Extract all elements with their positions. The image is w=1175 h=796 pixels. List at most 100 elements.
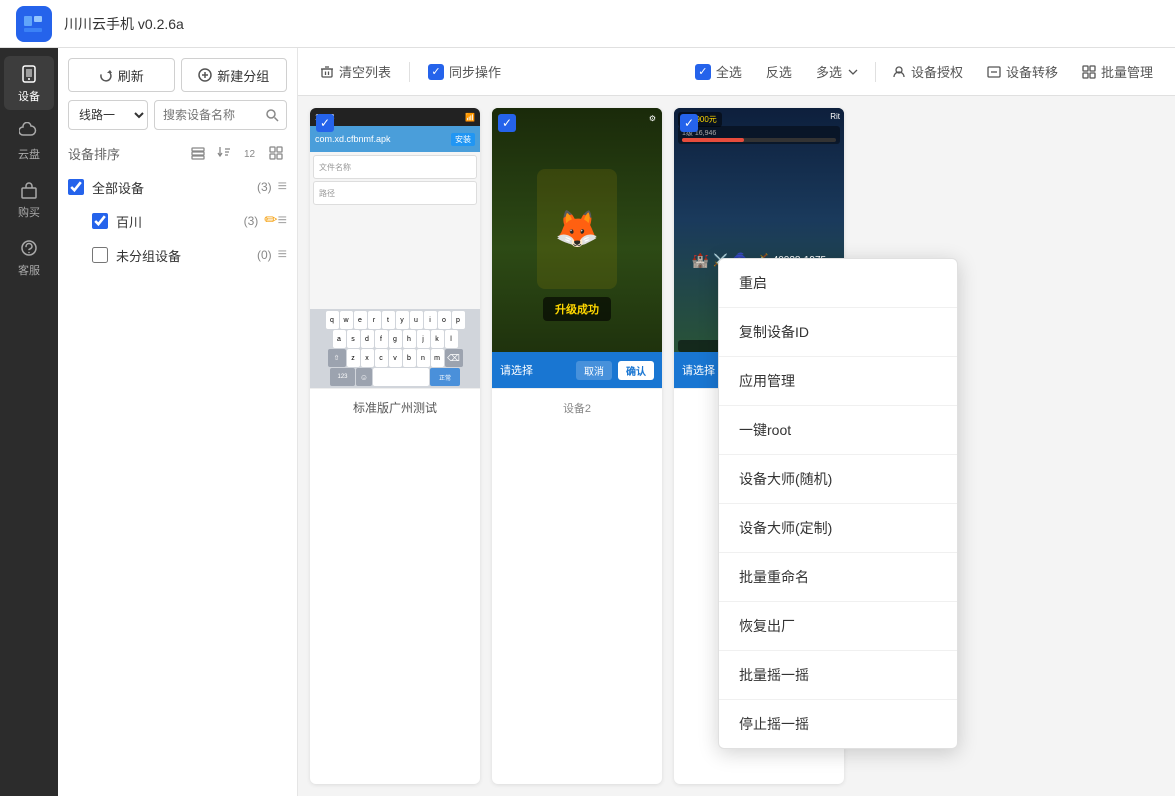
device2-cancel-button[interactable]: 取消 (576, 361, 612, 380)
group-menu-ungrouped[interactable]: ≡ (278, 247, 287, 263)
context-menu: 重启 复制设备ID 应用管理 一键root 设备大师(随机) 设备大师(定制) … (718, 258, 958, 749)
sort-layers-button[interactable] (187, 142, 209, 164)
top-bar-divider2 (875, 62, 876, 82)
select-all-button[interactable]: ✓ 全选 (687, 58, 750, 85)
title-bar: 川川云手机 v0.2.6a (0, 0, 1175, 48)
cloud-icon (18, 121, 40, 143)
sync-op-label: 同步操作 (449, 62, 501, 81)
auth-icon (892, 65, 906, 79)
batch-manage-button[interactable]: 批量管理 (1074, 58, 1161, 85)
svg-text:12: 12 (244, 149, 256, 160)
context-menu-restart[interactable]: 重启 (719, 259, 957, 308)
group-count-baichuan: (3) (244, 214, 259, 228)
sidebar-label-shop: 购买 (18, 204, 40, 220)
top-bar-divider (409, 62, 410, 82)
batch-manage-label: 批量管理 (1101, 62, 1153, 81)
context-menu-batch-rename[interactable]: 批量重命名 (719, 553, 957, 602)
sidebar-item-shop[interactable]: 购买 (4, 172, 54, 226)
context-menu-restore-factory[interactable]: 恢复出厂 (719, 602, 957, 651)
sort-grid-button[interactable] (265, 142, 287, 164)
device-name-1: 标准版广州测试 (353, 399, 437, 416)
device-select-check-2[interactable]: ✓ (498, 114, 516, 132)
shop-icon (18, 179, 40, 201)
device-card-footer-2: 设备2 (492, 388, 662, 426)
refresh-label: 刷新 (118, 66, 144, 85)
device-group-list: 全部设备 (3) ≡ 百川 (3) ✏ ≡ 未分组设备 (0) ≡ (58, 170, 297, 272)
group-count-ungrouped: (0) (257, 248, 272, 262)
context-menu-root[interactable]: 一键root (719, 406, 957, 455)
device2-prompt: 请选择 (500, 362, 533, 378)
device-transfer-label: 设备转移 (1006, 62, 1058, 81)
device-card-2[interactable]: ✓ Lv.1 ⚙ 🦊 升级成功 请选择 (492, 108, 662, 784)
sidebar-item-service[interactable]: 客服 (4, 230, 54, 284)
search-area: 线路一 (58, 92, 297, 138)
icon-sidebar: 设备 云盘 购买 (0, 48, 58, 796)
group-label-ungrouped: 未分组设备 (116, 246, 257, 265)
group-menu-baichuan[interactable]: ≡ (278, 213, 287, 229)
context-menu-batch-shake[interactable]: 批量摇一摇 (719, 651, 957, 700)
left-panel-toolbar: 刷新 新建分组 (58, 48, 297, 92)
group-checkbox-all[interactable] (68, 179, 84, 195)
group-edit-baichuan[interactable]: ✏ (264, 213, 277, 229)
device-name-2: 设备2 (563, 400, 591, 416)
group-label-baichuan: 百川 (116, 212, 244, 231)
device-select-check-3[interactable]: ✓ (680, 114, 698, 132)
context-menu-stop-shake[interactable]: 停止摇一摇 (719, 700, 957, 748)
context-menu-device-master-random[interactable]: 设备大师(随机) (719, 455, 957, 504)
invert-label: 反选 (766, 62, 792, 81)
device-auth-button[interactable]: 设备授权 (884, 58, 971, 85)
sidebar-label-service: 客服 (18, 262, 40, 278)
context-menu-device-master-custom[interactable]: 设备大师(定制) (719, 504, 957, 553)
new-group-button[interactable]: 新建分组 (181, 58, 288, 92)
sidebar-label-cloud: 云盘 (18, 146, 40, 162)
invert-button[interactable]: 反选 (758, 58, 800, 85)
group-checkbox-baichuan[interactable] (92, 213, 108, 229)
device-auth-label: 设备授权 (911, 62, 963, 81)
context-menu-copy-id[interactable]: 复制设备ID (719, 308, 957, 357)
line-select[interactable]: 线路一 (68, 100, 148, 130)
transfer-icon (987, 65, 1001, 79)
app-title: 川川云手机 v0.2.6a (64, 14, 184, 34)
left-panel: 刷新 新建分组 线路一 (58, 48, 298, 796)
sync-op-button[interactable]: ✓ 同步操作 (420, 58, 509, 85)
batch-icon (1082, 65, 1096, 79)
group-row-baichuan[interactable]: 百川 (3) ✏ ≡ (64, 204, 291, 238)
sidebar-item-cloud[interactable]: 云盘 (4, 114, 54, 168)
refresh-button[interactable]: 刷新 (68, 58, 175, 92)
search-input-wrap (154, 100, 287, 130)
group-row-ungrouped[interactable]: 未分组设备 (0) ≡ (64, 238, 291, 272)
device-transfer-button[interactable]: 设备转移 (979, 58, 1066, 85)
device2-confirm-button[interactable]: 确认 (618, 361, 654, 380)
sync-check-icon: ✓ (428, 64, 444, 80)
device-sort-row: 设备排序 (58, 138, 297, 170)
group-menu-all[interactable]: ≡ (278, 179, 287, 195)
group-label-all: 全部设备 (92, 178, 257, 197)
new-group-label: 新建分组 (217, 66, 269, 85)
sort-label: 设备排序 (68, 144, 120, 163)
device-select-check-1[interactable]: ✓ (316, 114, 334, 132)
clear-list-button[interactable]: 清空列表 (312, 58, 399, 85)
top-bar: 清空列表 ✓ 同步操作 ✓ 全选 反选 多选 (298, 48, 1175, 96)
sort-icons: 12 (187, 142, 287, 164)
multi-label: 多选 (816, 62, 842, 81)
sort-num-button[interactable]: 12 (239, 142, 261, 164)
service-icon (18, 237, 40, 259)
sidebar-label-device: 设备 (18, 88, 40, 104)
group-count-all: (3) (257, 180, 272, 194)
chevron-down-icon (847, 66, 859, 78)
sidebar-item-device[interactable]: 设备 (4, 56, 54, 110)
sort-az-button[interactable] (213, 142, 235, 164)
device-card-footer-1: 标准版广州测试 (310, 388, 480, 426)
device-card-1[interactable]: ✓ 11:23 📶 com.xd.cfbnmf.apk 安装 文件名称 (310, 108, 480, 784)
search-button[interactable] (257, 100, 287, 130)
device-icon (18, 63, 40, 85)
context-menu-app-mgr[interactable]: 应用管理 (719, 357, 957, 406)
device-screen-1: ✓ 11:23 📶 com.xd.cfbnmf.apk 安装 文件名称 (310, 108, 480, 388)
top-bar-left: 清空列表 ✓ 同步操作 (312, 58, 509, 85)
group-checkbox-ungrouped[interactable] (92, 247, 108, 263)
group-row-all[interactable]: 全部设备 (3) ≡ (64, 170, 291, 204)
multi-select-button[interactable]: 多选 (808, 58, 867, 85)
top-bar-right: ✓ 全选 反选 多选 设备授 (687, 58, 1161, 85)
device-screen-2: ✓ Lv.1 ⚙ 🦊 升级成功 请选择 (492, 108, 662, 388)
select-all-icon: ✓ (695, 64, 711, 80)
